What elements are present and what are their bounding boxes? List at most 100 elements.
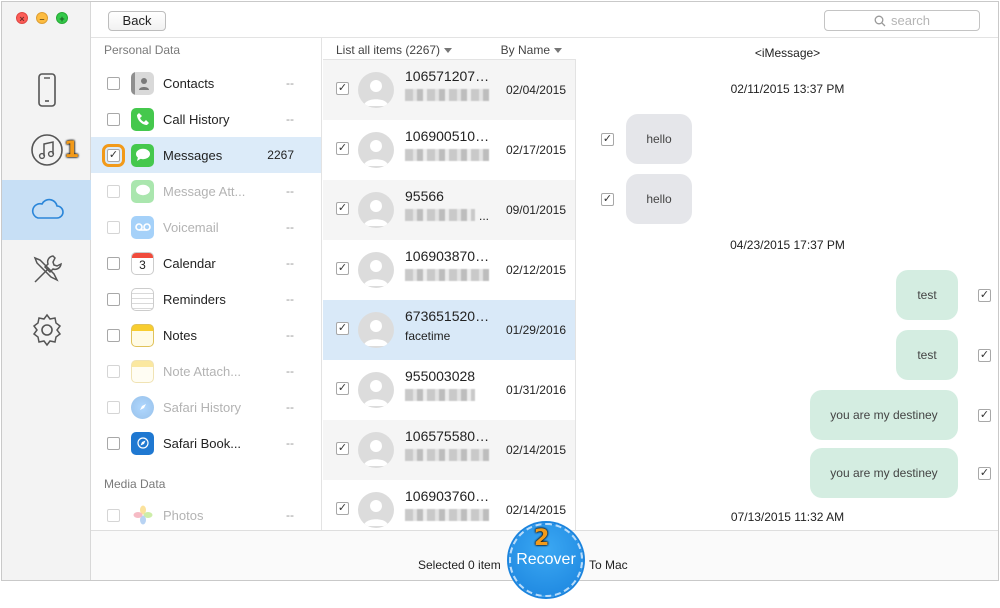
rail-tools[interactable]: [2, 240, 91, 300]
category-checkbox[interactable]: [107, 364, 120, 378]
list-item[interactable]: ✓ 106571207… 02/04/2015: [323, 60, 575, 120]
category-note-attachments[interactable]: Note Attach... --: [91, 353, 321, 389]
category-label: Safari History: [163, 399, 242, 415]
category-panel: Personal Data Contacts -- Call History -…: [91, 38, 322, 530]
category-count: --: [286, 112, 294, 126]
category-safari-bookmarks[interactable]: Safari Book... --: [91, 425, 321, 461]
category-calendar[interactable]: 3 Calendar --: [91, 245, 321, 281]
reminders-icon: [131, 287, 154, 311]
message-checkbox[interactable]: ✓: [978, 289, 991, 302]
row-checkbox[interactable]: ✓: [336, 442, 349, 455]
itunes-icon: [30, 134, 63, 166]
category-label: Call History: [163, 111, 230, 127]
outgoing-bubble[interactable]: test: [896, 270, 958, 320]
row-checkbox[interactable]: ✓: [336, 202, 349, 215]
row-checkbox[interactable]: ✓: [336, 502, 349, 515]
category-checkbox[interactable]: [107, 292, 120, 306]
category-checkbox[interactable]: [107, 328, 120, 342]
category-photos[interactable]: Photos --: [91, 497, 321, 530]
category-checkbox[interactable]: [107, 112, 120, 126]
phone-icon: [131, 107, 154, 131]
blurred-preview: [405, 149, 489, 161]
minimize-window-button[interactable]: –: [36, 12, 48, 24]
safari-bookmark-icon: [131, 431, 154, 455]
list-item[interactable]: ✓ 106903870… 02/12/2015: [323, 240, 575, 300]
contact-number: 106575580…: [405, 428, 490, 444]
list-filter-dropdown[interactable]: List all items (2267): [336, 43, 453, 57]
message-checkbox[interactable]: ✓: [978, 349, 991, 362]
list-item[interactable]: ✓ 106903760… 02/14/2015: [323, 480, 575, 530]
category-count: 2267: [267, 148, 294, 162]
settings-icon: [32, 313, 61, 347]
incoming-bubble[interactable]: hello: [626, 174, 692, 224]
contacts-icon: [131, 71, 154, 95]
media-data-header: Media Data: [104, 477, 166, 491]
calendar-day: 3: [139, 258, 146, 272]
search-icon: [874, 15, 886, 26]
blurred-preview: [405, 449, 489, 461]
avatar: [358, 372, 394, 408]
category-label: Messages: [163, 147, 223, 163]
list-filter-label: List all items (2267): [336, 43, 441, 57]
row-checkbox[interactable]: ✓: [336, 382, 349, 395]
outgoing-bubble[interactable]: test: [896, 330, 958, 380]
avatar: [358, 192, 394, 228]
message-checkbox[interactable]: ✓: [978, 467, 991, 480]
list-item[interactable]: ✓ 955003028 01/31/2016: [323, 360, 575, 420]
rail-settings[interactable]: [2, 300, 91, 360]
category-checkbox[interactable]: [107, 400, 120, 414]
row-checkbox[interactable]: ✓: [336, 262, 349, 275]
row-checkbox[interactable]: ✓: [336, 322, 349, 335]
category-checkbox[interactable]: [107, 220, 120, 234]
message-checkbox[interactable]: ✓: [601, 133, 614, 146]
back-button[interactable]: Back: [108, 11, 166, 31]
icloud-icon: [31, 198, 64, 219]
list-item[interactable]: ✓ 106575580… 02/14/2015: [323, 420, 575, 480]
category-safari-history[interactable]: Safari History --: [91, 389, 321, 425]
category-checkbox[interactable]: [107, 76, 120, 90]
category-count: --: [286, 400, 294, 414]
step-marker-1: 1: [64, 138, 80, 163]
category-checkbox[interactable]: ✓: [102, 143, 125, 167]
category-notes[interactable]: Notes --: [91, 317, 321, 353]
category-voicemail[interactable]: Voicemail --: [91, 209, 321, 245]
category-label: Contacts: [163, 75, 215, 91]
search-input[interactable]: search: [824, 10, 980, 31]
list-item[interactable]: ✓ 106900510… 02/17/2015: [323, 120, 575, 180]
avatar: [358, 432, 394, 468]
category-checkbox[interactable]: [107, 256, 120, 270]
contact-number: 955003028: [405, 368, 476, 384]
message-date: 02/04/2015: [505, 83, 566, 97]
message-checkbox[interactable]: ✓: [978, 409, 991, 422]
contact-number: 673651520…: [405, 308, 490, 324]
category-count: --: [286, 184, 294, 198]
category-checkbox[interactable]: [107, 508, 120, 522]
contact-number: 106903760…: [405, 488, 490, 504]
category-checkbox[interactable]: [107, 184, 120, 198]
category-reminders[interactable]: Reminders --: [91, 281, 321, 317]
selected-count: Selected 0 item: [418, 558, 501, 572]
rail-device[interactable]: [2, 60, 91, 120]
zoom-window-button[interactable]: +: [56, 12, 68, 24]
message-checkbox[interactable]: ✓: [601, 193, 614, 206]
personal-data-header: Personal Data: [104, 43, 181, 57]
row-checkbox[interactable]: ✓: [336, 82, 349, 95]
contact-number: 106903870…: [405, 248, 490, 264]
category-call-history[interactable]: Call History --: [91, 101, 321, 137]
category-message-attachments[interactable]: Message Att... --: [91, 173, 321, 209]
incoming-bubble[interactable]: hello: [626, 114, 692, 164]
outgoing-bubble[interactable]: you are my destiney: [810, 390, 958, 440]
rail-icloud[interactable]: [2, 180, 91, 240]
message-date: 01/29/2016: [505, 323, 566, 337]
sort-dropdown[interactable]: By Name: [501, 43, 562, 57]
category-contacts[interactable]: Contacts --: [91, 65, 321, 101]
timestamp: 04/23/2015 17:37 PM: [730, 238, 845, 252]
category-checkbox[interactable]: [107, 436, 120, 450]
list-item[interactable]: ✓ 673651520… facetime 01/29/2016: [323, 300, 575, 360]
conversation-title: <iMessage>: [754, 46, 821, 60]
row-checkbox[interactable]: ✓: [336, 142, 349, 155]
list-item[interactable]: ✓ 95566 ... 09/01/2015: [323, 180, 575, 240]
close-window-button[interactable]: ×: [16, 12, 28, 24]
category-messages[interactable]: ✓ Messages 2267: [91, 137, 321, 173]
outgoing-bubble[interactable]: you are my destiney: [810, 448, 958, 498]
